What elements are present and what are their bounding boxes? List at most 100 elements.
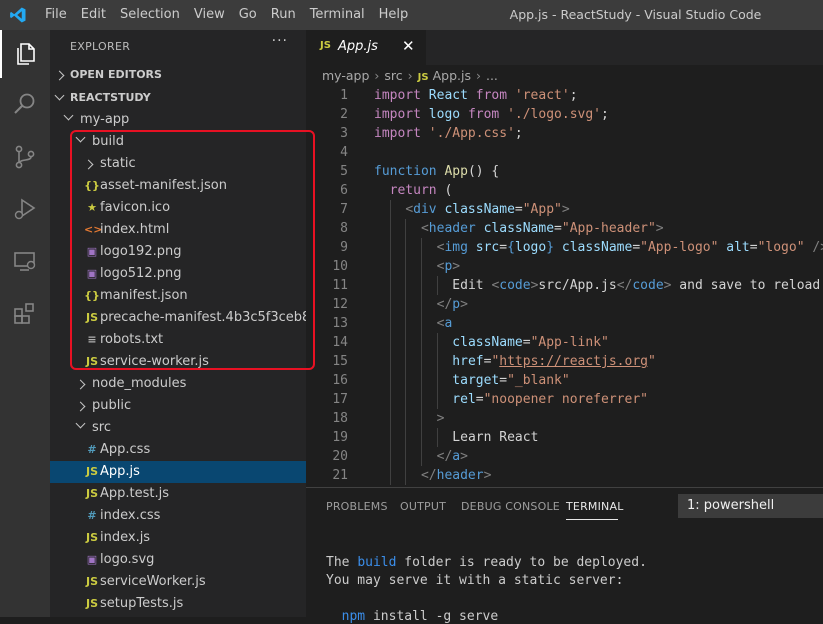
indent-guide: [405, 238, 407, 257]
explorer-icon[interactable]: [0, 30, 50, 78]
more-actions-icon[interactable]: ···: [272, 33, 288, 49]
code-token: React: [428, 88, 468, 103]
code-line: 12 </p>: [306, 295, 823, 314]
open-editors-section[interactable]: OPEN EDITORS: [50, 64, 306, 86]
code-token: header: [436, 468, 484, 483]
tab-app-js[interactable]: JS App.js ✕: [306, 30, 426, 65]
code-text: return (: [390, 181, 453, 200]
code-line: 14 className="App-link": [306, 333, 823, 352]
code-line: 18 >: [306, 409, 823, 428]
line-number: 20: [332, 449, 348, 464]
tab-problems[interactable]: PROBLEMS: [326, 500, 388, 513]
code-token: https://reactjs.org: [499, 354, 648, 369]
breadcrumb-item-symbol[interactable]: ...: [486, 68, 498, 83]
indent-guide: [389, 466, 391, 485]
extensions-icon[interactable]: [0, 289, 50, 337]
code-text: rel="noopener noreferrer": [452, 390, 648, 409]
open-editors-label: OPEN EDITORS: [70, 68, 162, 81]
breadcrumb-item-my-app[interactable]: my-app: [322, 68, 369, 83]
code-token: >: [452, 259, 461, 274]
code-line: 6 return (: [306, 181, 823, 200]
code-text: className="App-link": [452, 333, 609, 352]
indent-guide: [405, 466, 407, 485]
code-token: >: [436, 411, 445, 426]
code-text: </a>: [437, 447, 468, 466]
code-editor[interactable]: 1 import React from 'react'; 2 import logo …: [306, 86, 823, 486]
code-text: href="https://reactjs.org": [452, 352, 656, 371]
code-token: ;: [601, 107, 609, 122]
indent-guide: [405, 257, 407, 276]
close-icon[interactable]: ✕: [402, 37, 415, 55]
code-line: 9 <img src={logo} className="App-logo" al…: [306, 238, 823, 257]
code-line: 10 <p>: [306, 257, 823, 276]
tab-debug-console[interactable]: DEBUG CONSOLE: [461, 500, 560, 513]
code-token: =: [522, 335, 531, 350]
breadcrumb-item-src[interactable]: src: [384, 68, 402, 83]
js-file-icon: JS: [85, 597, 98, 610]
line-number: 9: [340, 240, 348, 255]
code-token: Learn React: [452, 430, 539, 445]
code-text: Edit <code>src/App.js</code> and save to…: [452, 276, 823, 295]
remote-explorer-icon[interactable]: [0, 237, 50, 285]
terminal-token: folder is ready to be deployed.: [396, 555, 647, 570]
file-item[interactable]: ▣ logo.svg: [50, 549, 306, 571]
code-token: logo: [428, 107, 461, 122]
code-token: (: [436, 183, 453, 198]
activity-bar: [0, 30, 50, 617]
code-line: 21 </header>: [306, 466, 823, 485]
indent-guide: [405, 371, 407, 390]
indent-guide: [420, 428, 422, 447]
line-number: 11: [332, 278, 348, 293]
code-text: Learn React: [452, 428, 538, 447]
code-line: 15 href="https://reactjs.org": [306, 352, 823, 371]
indent-guide: [420, 257, 422, 276]
code-token: src: [475, 240, 500, 255]
terminal-token: You may serve it with a static server:: [326, 573, 624, 588]
file-item[interactable]: # App.css: [50, 439, 306, 461]
folder-item[interactable]: src: [50, 417, 306, 439]
indent-guide: [389, 276, 391, 295]
chevron-right-icon: [54, 70, 65, 81]
source-control-icon[interactable]: [0, 133, 50, 181]
workspace-section[interactable]: REACTSTUDY: [50, 87, 306, 109]
tab-output[interactable]: OUTPUT: [400, 500, 446, 513]
run-debug-icon[interactable]: [0, 185, 50, 233]
tab-label: App.js: [338, 39, 378, 54]
code-line: 20 </a>: [306, 447, 823, 466]
indent-guide: [405, 219, 407, 238]
code-token: a: [444, 316, 453, 331]
line-number: 14: [332, 335, 348, 350]
file-item[interactable]: # index.css: [50, 505, 306, 527]
breadcrumb-item-app-js[interactable]: App.js: [433, 68, 471, 83]
code-token: return: [389, 183, 437, 198]
code-token: =: [514, 202, 523, 217]
breadcrumb-separator: ›: [475, 68, 481, 83]
tree-item-label: logo.svg: [100, 552, 155, 567]
code-text: function App() {: [374, 162, 499, 181]
file-item[interactable]: JS setupTests.js: [50, 593, 306, 615]
folder-item[interactable]: public: [50, 395, 306, 417]
file-item[interactable]: JS App.test.js: [50, 483, 306, 505]
tree-item-label: public: [92, 398, 132, 413]
line-number: 12: [332, 297, 348, 312]
terminal-select[interactable]: 1: powershell: [678, 494, 823, 518]
file-item[interactable]: JS serviceWorker.js: [50, 571, 306, 593]
file-item[interactable]: JS App.js: [50, 461, 306, 483]
code-line: 13 <a: [306, 314, 823, 333]
indent-guide: [389, 428, 391, 447]
folder-item[interactable]: my-app: [50, 109, 306, 131]
explorer-header: EXPLORER: [70, 40, 131, 53]
code-token: {: [507, 240, 515, 255]
folder-item[interactable]: node_modules: [50, 373, 306, 395]
line-number: 16: [332, 373, 348, 388]
tab-terminal[interactable]: TERMINAL: [566, 500, 624, 513]
code-line: 8 <header className="App-header">: [306, 219, 823, 238]
indent-guide: [405, 333, 407, 352]
search-icon[interactable]: [0, 80, 50, 128]
file-item[interactable]: JS index.js: [50, 527, 306, 549]
indent-guide: [389, 447, 391, 466]
